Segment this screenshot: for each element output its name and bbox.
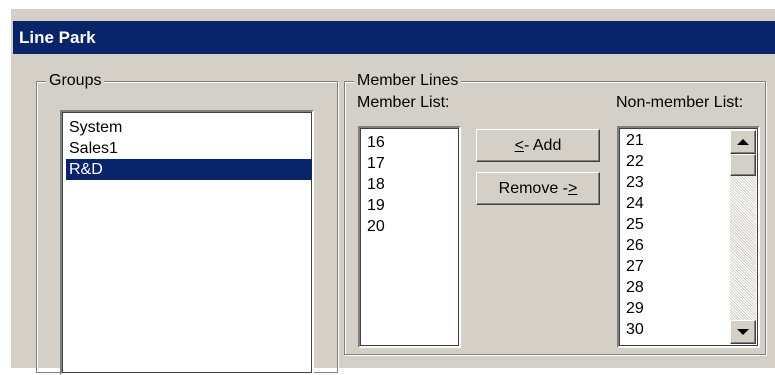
group-item-system[interactable]: System: [66, 117, 312, 138]
remove-button-label: Remove -: [498, 180, 568, 197]
scroll-down-button[interactable]: [730, 320, 756, 344]
non-member-item[interactable]: 27: [623, 256, 730, 277]
group-item-sales1[interactable]: Sales1: [66, 138, 312, 159]
member-item[interactable]: 17: [364, 153, 459, 174]
add-button-label: - Add: [523, 137, 562, 154]
arrow-up-icon: [737, 139, 749, 145]
non-member-item[interactable]: 29: [623, 298, 730, 319]
add-button[interactable]: <- Add: [476, 129, 600, 162]
groups-listbox[interactable]: System Sales1 R&D: [60, 110, 314, 375]
non-member-scrollbar[interactable]: [730, 130, 756, 344]
dialog-window: Line Park Groups System Sales1 R&D Membe…: [10, 8, 775, 375]
member-listbox[interactable]: 16 17 18 19 20: [358, 126, 461, 348]
non-member-item[interactable]: 26: [623, 235, 730, 256]
non-member-items: 21 22 23 24 25 26 27 28 29 30: [623, 130, 730, 340]
non-member-list-label: Non-member List:: [616, 94, 744, 111]
non-member-item[interactable]: 28: [623, 277, 730, 298]
member-lines-groupbox: Member Lines Member List: Non-member Lis…: [344, 71, 766, 355]
group-item-rd[interactable]: R&D: [66, 159, 312, 180]
groups-groupbox: Groups System Sales1 R&D: [36, 71, 338, 375]
dialog-titlebar: Line Park: [13, 21, 775, 54]
non-member-item[interactable]: 22: [623, 151, 730, 172]
member-items: 16 17 18 19 20: [364, 132, 459, 237]
non-member-listbox[interactable]: 21 22 23 24 25 26 27 28 29 30: [617, 126, 760, 348]
non-member-item[interactable]: 25: [623, 214, 730, 235]
member-lines-legend: Member Lines: [354, 71, 462, 91]
arrow-down-icon: [737, 329, 749, 335]
member-list-label: Member List:: [357, 94, 450, 111]
non-member-item[interactable]: 30: [623, 319, 730, 340]
member-item[interactable]: 16: [364, 132, 459, 153]
non-member-item[interactable]: 21: [623, 130, 730, 151]
member-item[interactable]: 19: [364, 195, 459, 216]
remove-button-mnemonic: >: [568, 180, 578, 197]
remove-button[interactable]: Remove ->: [476, 172, 600, 205]
add-button-mnemonic: <: [514, 137, 524, 154]
groups-legend: Groups: [46, 71, 105, 91]
non-member-item[interactable]: 24: [623, 193, 730, 214]
scroll-thumb[interactable]: [730, 154, 756, 176]
member-item[interactable]: 18: [364, 174, 459, 195]
member-item[interactable]: 20: [364, 216, 459, 237]
scroll-up-button[interactable]: [730, 130, 756, 154]
non-member-item[interactable]: 23: [623, 172, 730, 193]
groups-items: System Sales1 R&D: [66, 117, 312, 180]
